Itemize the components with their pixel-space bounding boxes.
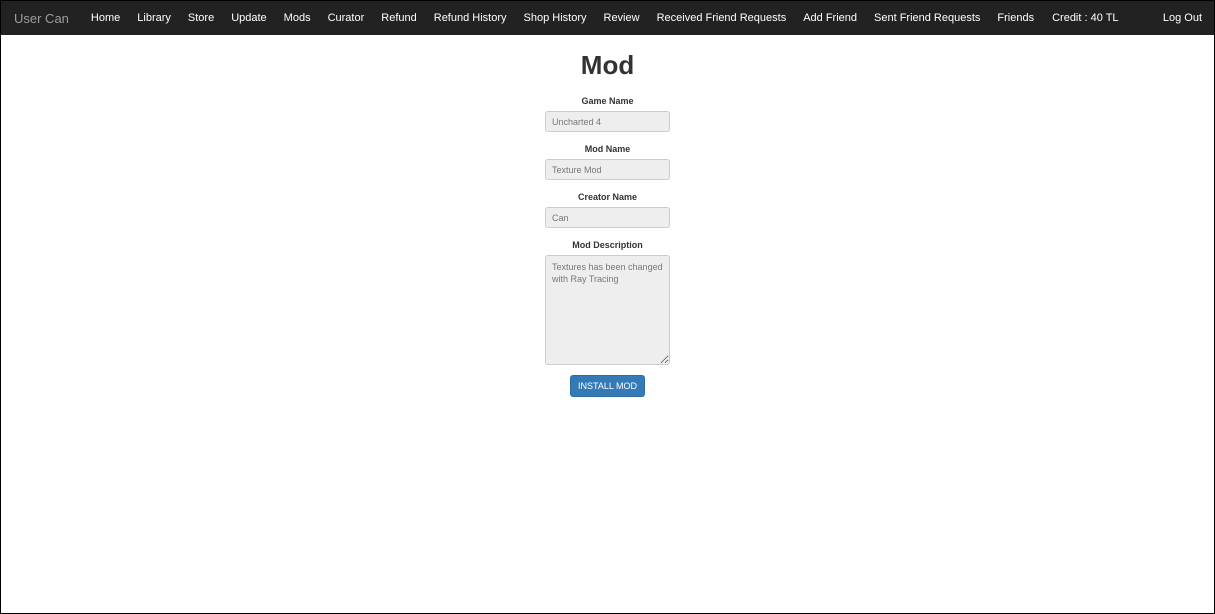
credit-balance: Credit : 40 TL	[1052, 12, 1119, 24]
nav-item-mods[interactable]: Mods	[284, 12, 311, 24]
creator-name-input[interactable]	[545, 207, 670, 228]
nav-item-store[interactable]: Store	[188, 12, 214, 24]
mod-description-label: Mod Description	[572, 240, 643, 250]
nav-item-refund-history[interactable]: Refund History	[434, 12, 507, 24]
nav-item-shop-history[interactable]: Shop History	[524, 12, 587, 24]
mod-name-input[interactable]	[545, 159, 670, 180]
page-title: Mod	[580, 50, 635, 80]
nav-item-refund[interactable]: Refund	[381, 12, 416, 24]
nav-item-update[interactable]: Update	[231, 12, 266, 24]
logout-link[interactable]: Log Out	[1163, 1, 1202, 35]
nav-item-review[interactable]: Review	[604, 12, 640, 24]
game-name-label: Game Name	[581, 96, 634, 106]
page-frame: User Can Home Library Store Update Mods …	[0, 0, 1215, 614]
top-navbar: User Can Home Library Store Update Mods …	[1, 1, 1214, 35]
navbar-brand[interactable]: User Can	[14, 11, 69, 26]
nav-item-curator[interactable]: Curator	[328, 12, 365, 24]
install-mod-button[interactable]: INSTALL MOD	[570, 375, 645, 397]
nav-item-received-friend-requests[interactable]: Received Friend Requests	[657, 12, 787, 24]
nav-item-library[interactable]: Library	[137, 12, 171, 24]
nav-item-friends[interactable]: Friends	[997, 12, 1034, 24]
mod-name-label: Mod Name	[584, 144, 631, 154]
mod-description-textarea[interactable]: Textures has been changed with Ray Traci…	[545, 255, 670, 365]
nav-item-sent-friend-requests[interactable]: Sent Friend Requests	[874, 12, 980, 24]
nav-item-add-friend[interactable]: Add Friend	[803, 12, 857, 24]
mod-form-container: Mod Game Name Mod Name Creator Name Mod …	[1, 35, 1214, 397]
game-name-input[interactable]	[545, 111, 670, 132]
nav-item-home[interactable]: Home	[91, 12, 120, 24]
nav-items: Home Library Store Update Mods Curator R…	[91, 1, 1119, 35]
creator-name-label: Creator Name	[577, 192, 638, 202]
